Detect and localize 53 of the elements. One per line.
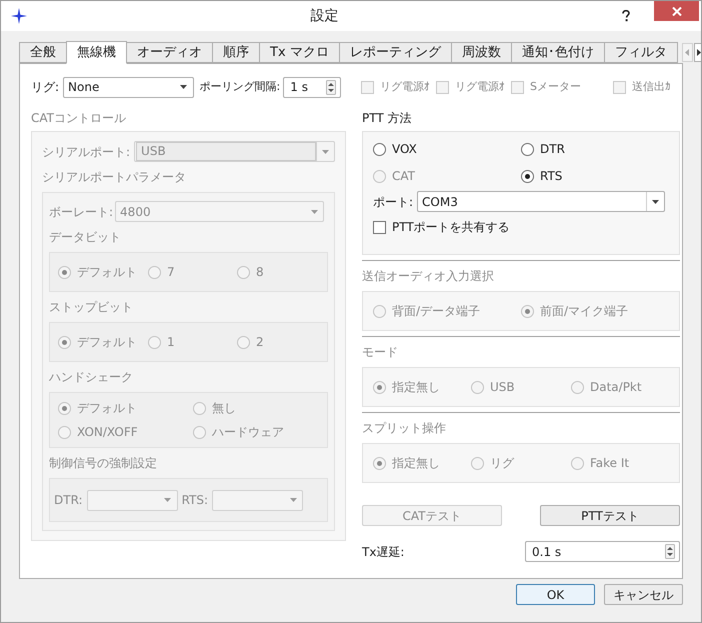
spin-field[interactable]: 1 s <box>283 76 342 98</box>
right-arrow-icon <box>697 49 701 56</box>
caret-icon <box>180 85 188 89</box>
spin-arrows-icon <box>665 544 675 559</box>
field-label: Tx遅延: <box>362 544 404 560</box>
spin-arrows-icon <box>326 80 336 94</box>
star-icon <box>11 8 27 24</box>
tab[interactable]: 全般 <box>19 42 67 63</box>
field-label: ボーレート: <box>49 204 114 220</box>
group-title: モード <box>362 344 399 361</box>
close-icon <box>672 6 682 16</box>
tab[interactable]: 無線機 <box>66 41 127 64</box>
group-title: ハンドシェーク <box>49 369 134 386</box>
caret-icon <box>290 498 297 502</box>
group-title: PTT 方法 <box>362 110 412 127</box>
tab[interactable]: フィルタ <box>604 42 678 63</box>
group-title: データビット <box>49 229 122 246</box>
group-title: CATコントロール <box>31 110 127 127</box>
tab[interactable]: オーディオ <box>126 42 213 63</box>
group-title: 制御信号の強制設定 <box>49 455 158 472</box>
caret-icon <box>652 200 660 204</box>
checkbox-option[interactable]: PTTポートを共有する <box>373 218 669 236</box>
group-title: シリアルポートパラメータ <box>42 169 187 186</box>
field-label: ポーリング間隔: <box>200 78 280 95</box>
field-label: ポート: <box>373 194 414 210</box>
field-label: リグ: <box>31 79 60 96</box>
dialog-button[interactable]: キャンセル <box>604 584 683 605</box>
group-title: 送信オーディオ入力選択 <box>362 268 495 285</box>
caret-icon <box>322 150 329 154</box>
tab[interactable]: レポーティング <box>338 42 452 63</box>
window-title: 設定 <box>310 8 338 24</box>
caret-icon <box>164 498 172 502</box>
dialog-button[interactable]: OK <box>516 584 595 605</box>
tab[interactable]: 通知･色付け <box>510 42 605 63</box>
radio-option[interactable]: DTR <box>521 140 669 158</box>
field-label: シリアルポート: <box>42 144 130 160</box>
spin-field[interactable]: 0.1 s <box>525 541 680 562</box>
field-label: DTR: <box>54 492 83 509</box>
group-title: スプリット操作 <box>362 420 447 437</box>
radio-option[interactable]: VOX <box>373 140 521 158</box>
radio-option[interactable]: RTS <box>521 167 669 185</box>
test-button[interactable]: PTTテスト <box>540 505 680 526</box>
left-arrow-icon <box>685 49 690 56</box>
close-button[interactable] <box>654 1 699 21</box>
help-icon[interactable] <box>622 10 630 22</box>
field-label: RTS: <box>182 492 208 509</box>
dropdown[interactable]: COM3 <box>417 191 666 212</box>
caret-icon <box>310 210 318 214</box>
tab[interactable]: 周波数 <box>450 42 512 63</box>
dropdown[interactable]: None <box>63 76 194 98</box>
tab[interactable]: Tx マクロ <box>259 42 340 63</box>
group-title: ストップビット <box>49 299 134 316</box>
tab[interactable]: 順序 <box>212 42 260 63</box>
